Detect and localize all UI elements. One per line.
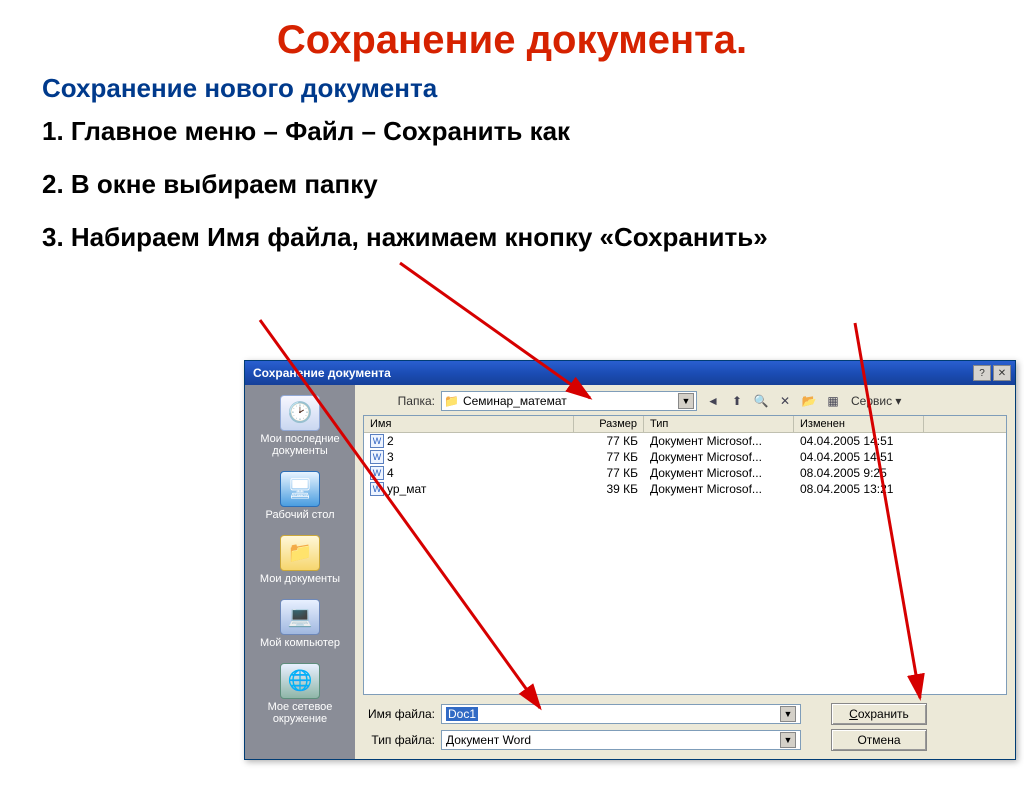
place-network-label: Мое сетевое окружение [268,701,333,725]
up-button[interactable]: ⬆ [727,392,747,410]
desktop-icon [280,471,320,507]
col-size[interactable]: Размер [574,416,644,432]
chevron-down-icon[interactable]: ▼ [780,706,796,722]
recent-icon [280,395,320,431]
filename-value: Doc1 [446,707,478,721]
help-button[interactable]: ? [973,365,991,381]
folder-value: Семинар_математ [463,394,567,408]
slide-title: Сохранение документа. [0,18,1024,63]
filename-input[interactable]: Doc1 ▼ [441,704,801,724]
step-3: 3. Набираем Имя файла, нажимаем кнопку «… [42,222,1024,253]
place-desktop[interactable]: Рабочий стол [252,467,348,525]
save-button[interactable]: ССохранитьохранить [831,703,927,725]
file-row[interactable]: W377 КБДокумент Microsof...04.04.2005 14… [364,449,1006,465]
place-desktop-label: Рабочий стол [265,509,334,521]
tools-menu[interactable]: Сервис ▾ [847,392,905,410]
titlebar[interactable]: Сохранение документа ? ✕ [245,361,1015,385]
file-list[interactable]: Имя Размер Тип Изменен W277 КБДокумент M… [363,415,1007,695]
folder-label: Папка: [363,394,435,408]
place-mycomp-label: Мой компьютер [260,637,340,649]
place-recent-label: Мои последние документы [260,433,339,457]
filetype-dropdown[interactable]: Документ Word ▼ [441,730,801,750]
places-bar: Мои последние документы Рабочий стол Мои… [245,385,355,759]
place-recent[interactable]: Мои последние документы [252,391,348,461]
col-modified[interactable]: Изменен [794,416,924,432]
file-row[interactable]: Wур_мат39 КБДокумент Microsof...08.04.20… [364,481,1006,497]
place-mydocs-label: Мои документы [260,573,340,585]
folder-icon: 📁 [444,394,459,408]
search-icon[interactable]: 🔍 [751,392,771,410]
back-button[interactable]: ◄ [703,392,723,410]
dialog-title: Сохранение документа [253,366,973,380]
place-mydocs[interactable]: Мои документы [252,531,348,589]
step-1: 1. Главное меню – Файл – Сохранить как [42,116,1024,147]
col-type[interactable]: Тип [644,416,794,432]
step-2: 2. В окне выбираем папку [42,169,1024,200]
section-heading: Сохранение нового документа [42,73,1024,104]
mydocs-icon [280,535,320,571]
col-name[interactable]: Имя [364,416,574,432]
folder-dropdown[interactable]: 📁 Семинар_математ ▼ [441,391,697,411]
filetype-label: Тип файла: [363,733,435,747]
word-doc-icon: W [370,450,384,464]
place-mycomp[interactable]: Мой компьютер [252,595,348,653]
mycomp-icon [280,599,320,635]
filename-label: Имя файла: [363,707,435,721]
delete-icon[interactable]: ✕ [775,392,795,410]
word-doc-icon: W [370,434,384,448]
file-row[interactable]: W477 КБДокумент Microsof...08.04.2005 9:… [364,465,1006,481]
new-folder-icon[interactable]: 📂 [799,392,819,410]
filetype-value: Документ Word [446,733,531,747]
network-icon [280,663,320,699]
word-doc-icon: W [370,482,384,496]
file-row[interactable]: W277 КБДокумент Microsof...04.04.2005 14… [364,433,1006,449]
chevron-down-icon[interactable]: ▼ [780,732,796,748]
save-dialog: Сохранение документа ? ✕ Мои последние д… [244,360,1016,760]
word-doc-icon: W [370,466,384,480]
cancel-button[interactable]: Отмена [831,729,927,751]
chevron-down-icon[interactable]: ▼ [678,393,694,409]
close-button[interactable]: ✕ [993,365,1011,381]
views-icon[interactable]: ▦ [823,392,843,410]
place-network[interactable]: Мое сетевое окружение [252,659,348,729]
